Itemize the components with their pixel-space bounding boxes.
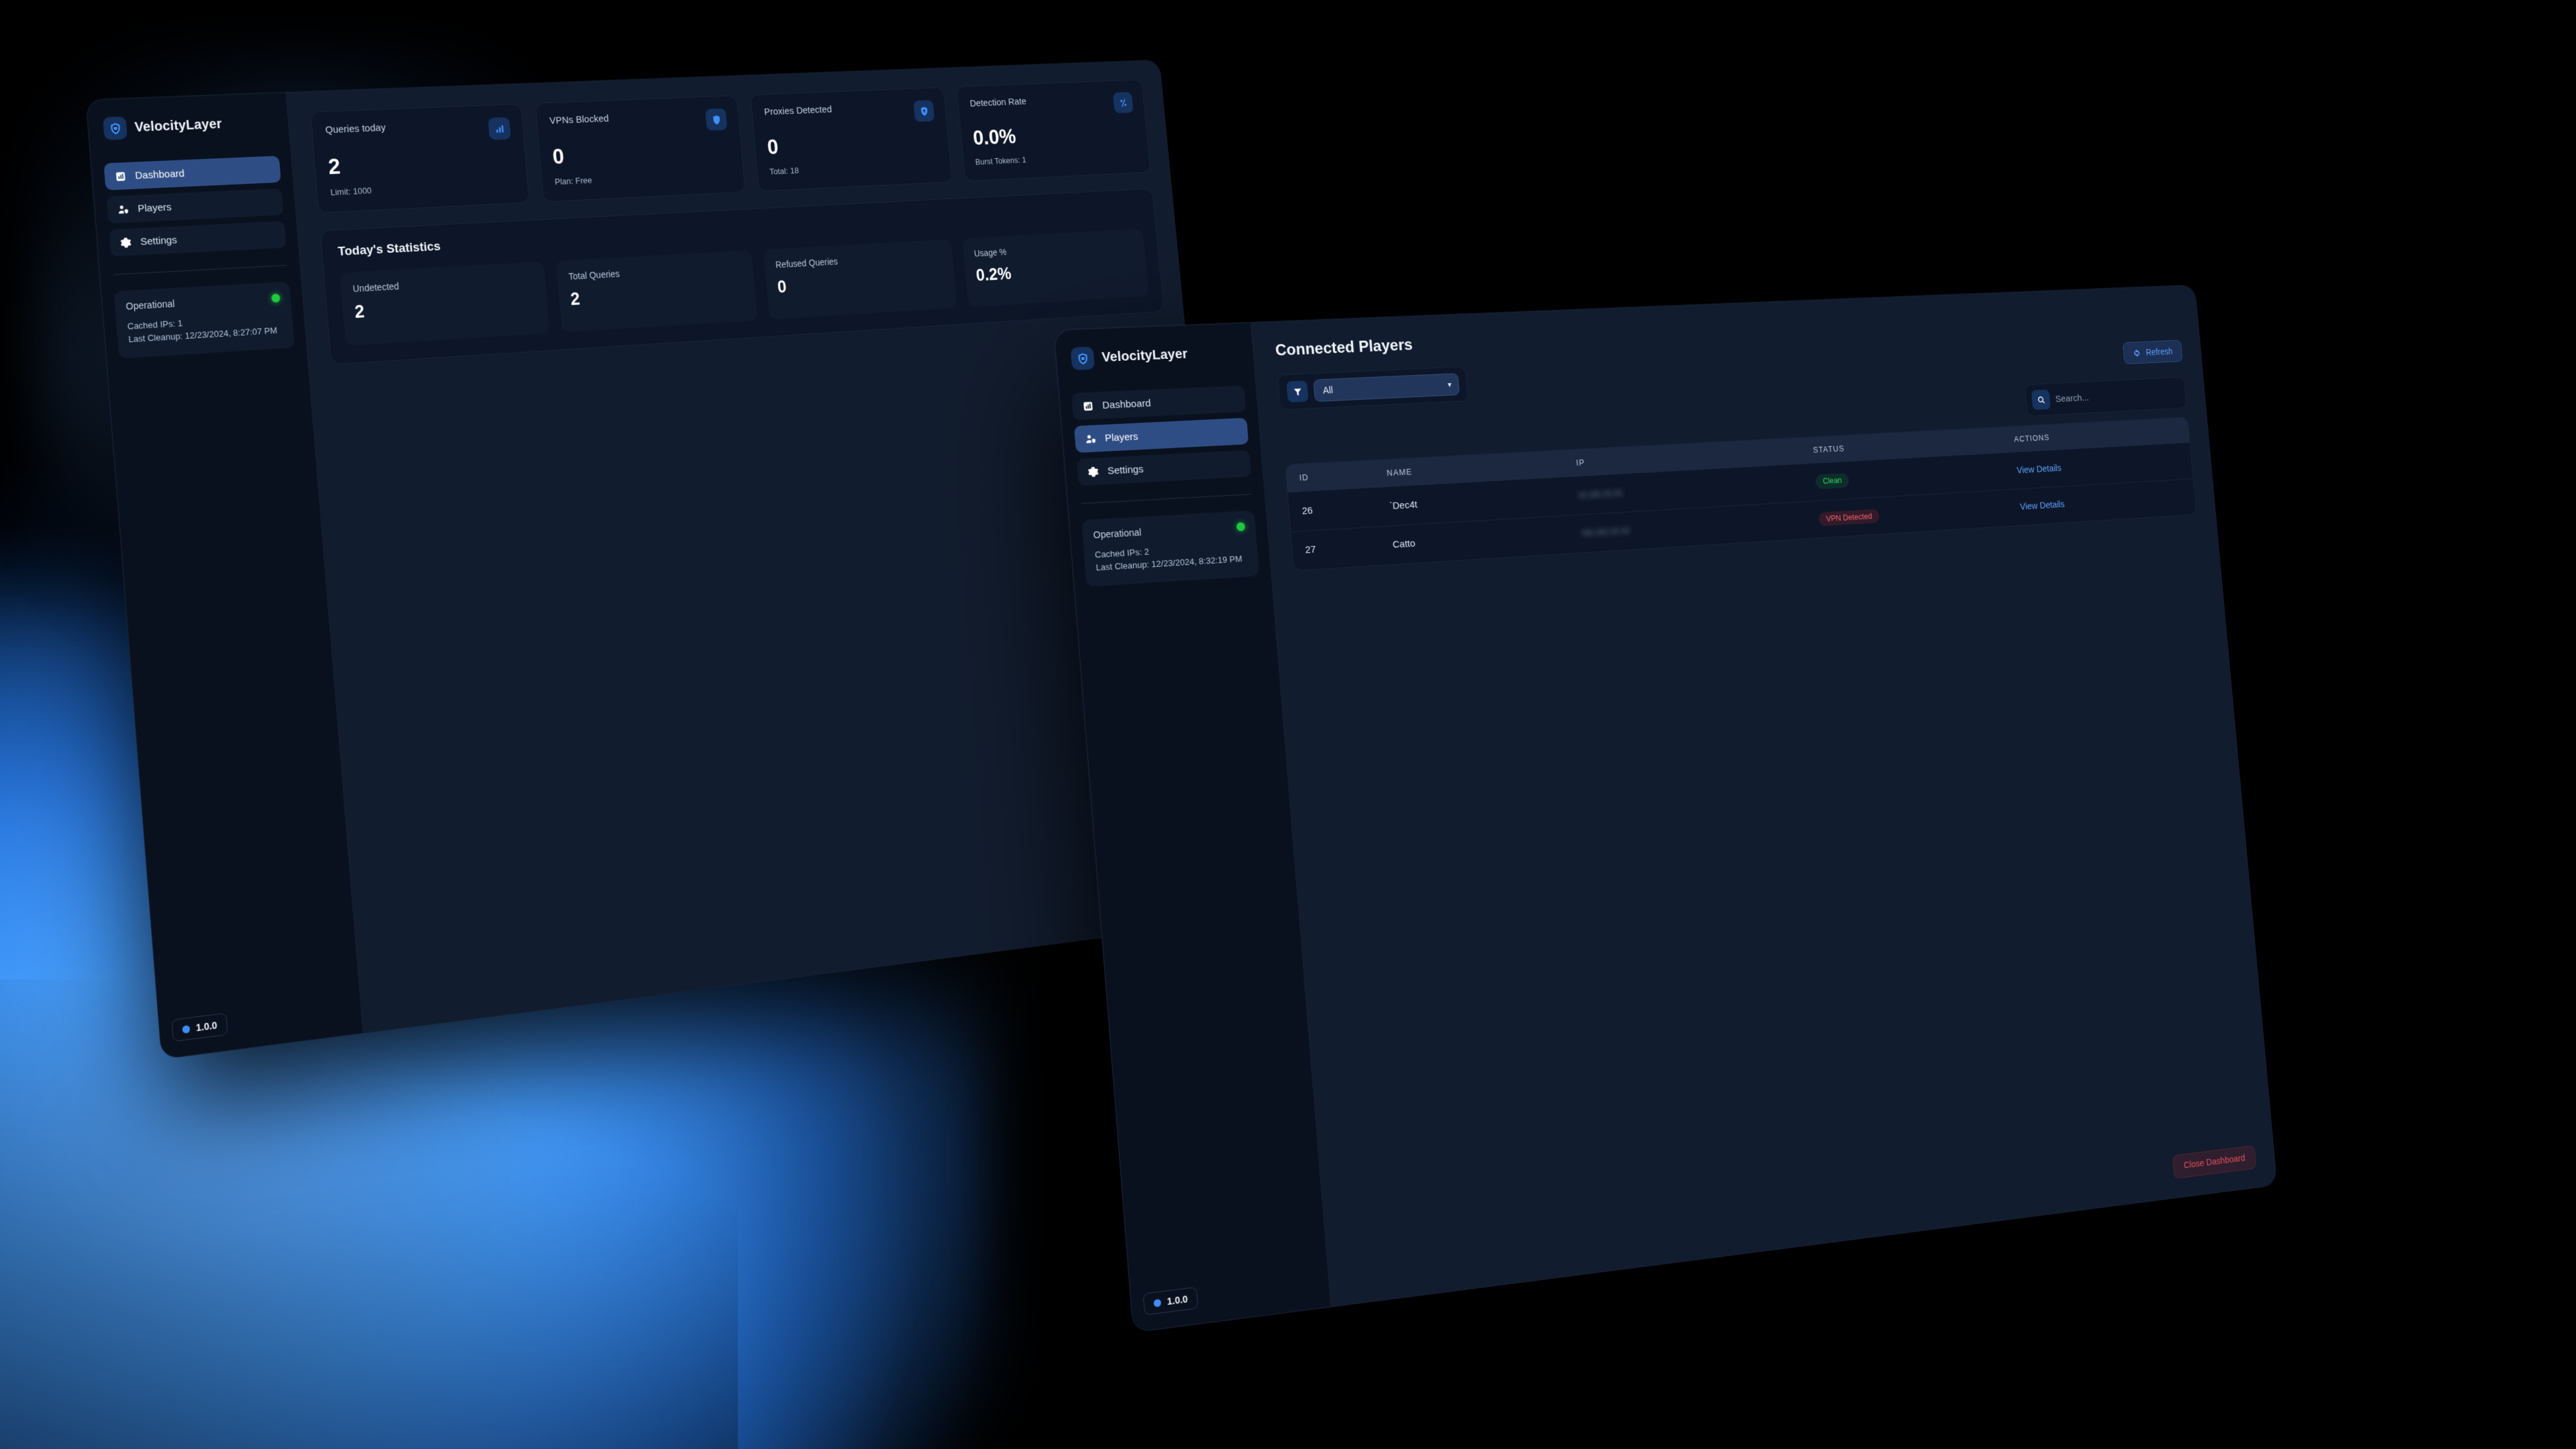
version-label: 1.0.0 — [1167, 1293, 1189, 1307]
status-indicator-dot — [271, 293, 280, 303]
dashboard-nav: Dashboard Players Settings — [103, 156, 287, 257]
shield-icon — [705, 108, 728, 131]
status-filter-wrap: All ▾ — [1313, 373, 1460, 402]
stat-title: VPNs Blocked — [549, 113, 610, 127]
filter-icon — [1286, 380, 1309, 403]
sidebar-item-settings[interactable]: Settings — [1076, 449, 1252, 486]
chart-bar-icon — [488, 117, 511, 140]
stat-subtext: Plan: Free — [554, 175, 593, 187]
stat-card-vpns-blocked: VPNs Blocked 0 Plan: Free — [535, 95, 746, 203]
view-details-link[interactable]: View Details — [2017, 464, 2062, 476]
screen: VelocityLayer Dashboard Players Settings… — [0, 0, 2576, 1449]
version-dot-icon — [1153, 1298, 1162, 1307]
brand: VelocityLayer — [1068, 341, 1242, 371]
stat-title: Queries today — [325, 122, 386, 136]
players-nav: Dashboard Players Settings — [1071, 385, 1252, 486]
status-badge: Clean — [1815, 472, 1849, 489]
mini-card-refused-queries: Refused Queries 0 — [763, 239, 957, 320]
mini-value: 2 — [570, 288, 581, 309]
gear-icon — [1087, 466, 1099, 478]
version-dot-icon — [182, 1024, 191, 1034]
stat-card-proxies-detected: Proxies Detected 0 Total: 18 — [750, 87, 953, 192]
sidebar-divider — [1081, 494, 1252, 504]
shield-logo-icon — [1070, 346, 1095, 371]
stat-card-queries-today: Queries today 2 Limit: 1000 — [310, 103, 530, 213]
status-card: Operational Cached IPs: 2 Last Cleanup: … — [1081, 510, 1260, 587]
stat-subtext: Total: 18 — [769, 165, 800, 176]
sidebar-item-label: Players — [137, 201, 172, 215]
mini-label: Total Queries — [568, 268, 621, 282]
mini-card-total-queries: Total Queries 2 — [555, 250, 758, 333]
sidebar-item-label: Dashboard — [1102, 397, 1152, 411]
stat-value: 0.0% — [971, 124, 1017, 150]
status-label: Operational — [125, 298, 175, 312]
todays-statistics-panel: Today's Statistics Undetected 2 Total Qu… — [319, 188, 1165, 365]
close-dashboard-wrap: Close Dashboard — [2172, 1145, 2257, 1179]
sidebar-item-label: Players — [1104, 431, 1139, 444]
stat-value: 2 — [327, 154, 341, 179]
mini-label: Undetected — [352, 280, 400, 294]
mini-value: 0 — [776, 276, 788, 297]
sidebar-item-dashboard[interactable]: Dashboard — [1071, 385, 1246, 421]
gear-icon — [119, 236, 132, 249]
brand-name: VelocityLayer — [133, 116, 223, 135]
column-header-id: ID — [1285, 460, 1376, 493]
stat-subtext: Limit: 1000 — [329, 185, 372, 198]
brand: VelocityLayer — [100, 111, 277, 141]
mini-label: Usage % — [973, 246, 1008, 259]
chart-bar-icon — [114, 170, 127, 182]
status-card: Operational Cached IPs: 1 Last Cleanup: … — [113, 281, 295, 359]
players-main: Connected Players All ▾ Refresh Search..… — [1251, 285, 2277, 1307]
user-shield-icon — [116, 203, 129, 215]
refresh-icon — [2133, 348, 2141, 358]
dashboard-window[interactable]: VelocityLayer Dashboard Players Settings… — [85, 60, 1242, 1060]
sidebar-item-label: Settings — [1107, 463, 1144, 477]
shield-check-icon — [913, 99, 935, 122]
close-dashboard-button[interactable]: Close Dashboard — [2172, 1145, 2257, 1179]
chart-bar-icon — [1081, 400, 1094, 413]
mini-label: Refused Queries — [775, 256, 839, 270]
status-label: Operational — [1093, 527, 1142, 541]
view-details-link[interactable]: View Details — [2020, 500, 2065, 513]
status-badge: VPN Detected — [1818, 508, 1880, 527]
sidebar-item-dashboard[interactable]: Dashboard — [103, 156, 282, 191]
status-indicator-dot — [1236, 521, 1246, 531]
shield-logo-icon — [103, 116, 128, 141]
stat-value: 0 — [551, 144, 566, 169]
cell-id: 26 — [1301, 504, 1313, 517]
refresh-button[interactable]: Refresh — [2122, 339, 2183, 365]
sidebar-item-settings[interactable]: Settings — [109, 221, 287, 257]
percent-icon — [1112, 91, 1134, 114]
cell-id: 27 — [1291, 526, 1382, 571]
search-icon — [2031, 389, 2051, 411]
mini-value: 0.2% — [975, 264, 1012, 285]
sidebar-divider — [113, 264, 287, 275]
sidebar-item-label: Dashboard — [134, 167, 185, 182]
brand-name: VelocityLayer — [1101, 346, 1189, 365]
stat-cards-row: Queries today 2 Limit: 1000 VPNs Blocked — [310, 79, 1151, 213]
filter-control: All ▾ — [1277, 366, 1468, 411]
mini-card-usage-percent: Usage % 0.2% — [962, 228, 1149, 307]
mini-value: 2 — [354, 301, 366, 322]
mini-card-undetected: Undetected 2 — [339, 261, 550, 346]
sidebar-item-players[interactable]: Players — [106, 188, 284, 224]
stat-card-detection-rate: Detection Rate 0.0% Burst Tokens: 1 — [956, 79, 1151, 182]
search-control[interactable] — [2024, 376, 2188, 417]
stat-value: 0 — [766, 134, 780, 159]
user-shield-icon — [1084, 433, 1097, 445]
stat-subtext: Burst Tokens: 1 — [975, 154, 1027, 167]
stat-title: Proxies Detected — [763, 104, 833, 118]
players-window[interactable]: VelocityLayer Dashboard Players Settings… — [1053, 284, 2277, 1333]
search-input[interactable] — [2055, 387, 2178, 405]
stat-title: Detection Rate — [969, 96, 1027, 109]
sidebar-item-label: Settings — [140, 233, 178, 248]
background-bottom-vignette — [0, 979, 738, 1449]
refresh-label: Refresh — [2145, 346, 2174, 358]
sidebar-item-players[interactable]: Players — [1073, 417, 1249, 453]
status-filter-select[interactable]: All — [1313, 373, 1460, 402]
version-label: 1.0.0 — [195, 1019, 218, 1034]
